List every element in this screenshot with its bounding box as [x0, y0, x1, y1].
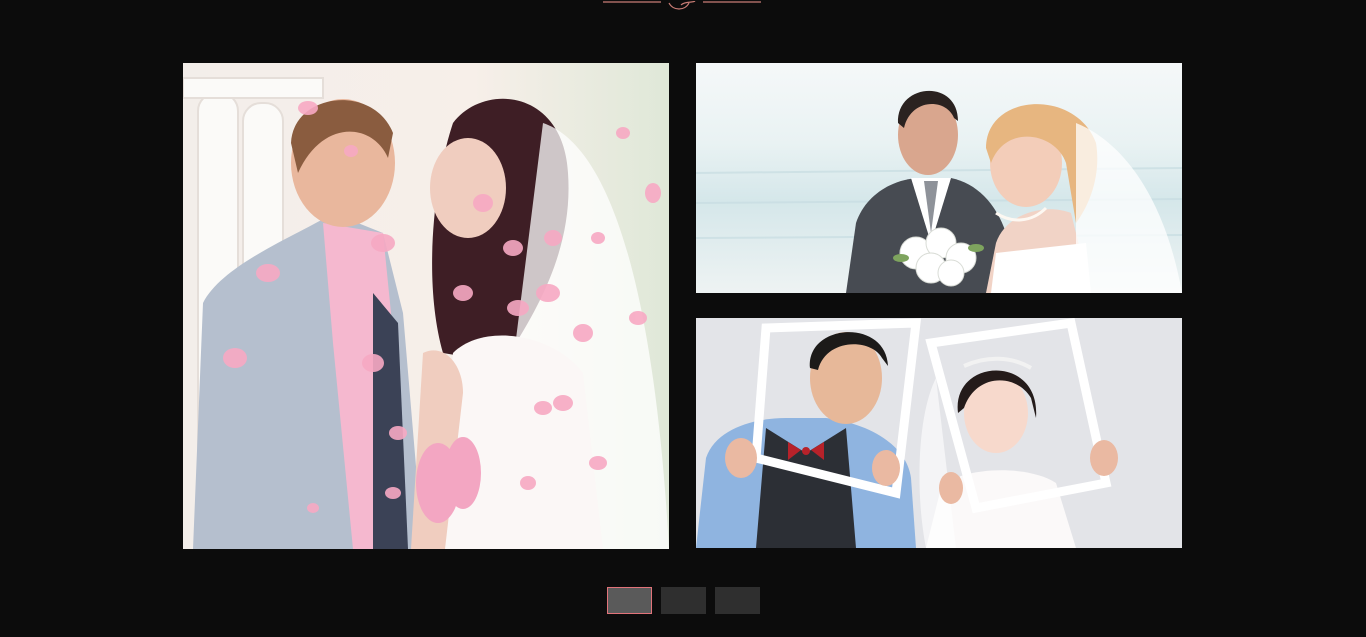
pager-page-3[interactable] [715, 587, 760, 614]
header-ornament [603, 0, 763, 12]
gallery-photo-couple-frames[interactable] [696, 318, 1182, 548]
pager-page-1[interactable] [607, 587, 652, 614]
pager-page-2[interactable] [661, 587, 706, 614]
gallery-photo-couple-kissing[interactable] [183, 63, 669, 549]
gallery-pager [607, 587, 760, 614]
gallery-photo-couple-beach[interactable] [696, 63, 1182, 293]
